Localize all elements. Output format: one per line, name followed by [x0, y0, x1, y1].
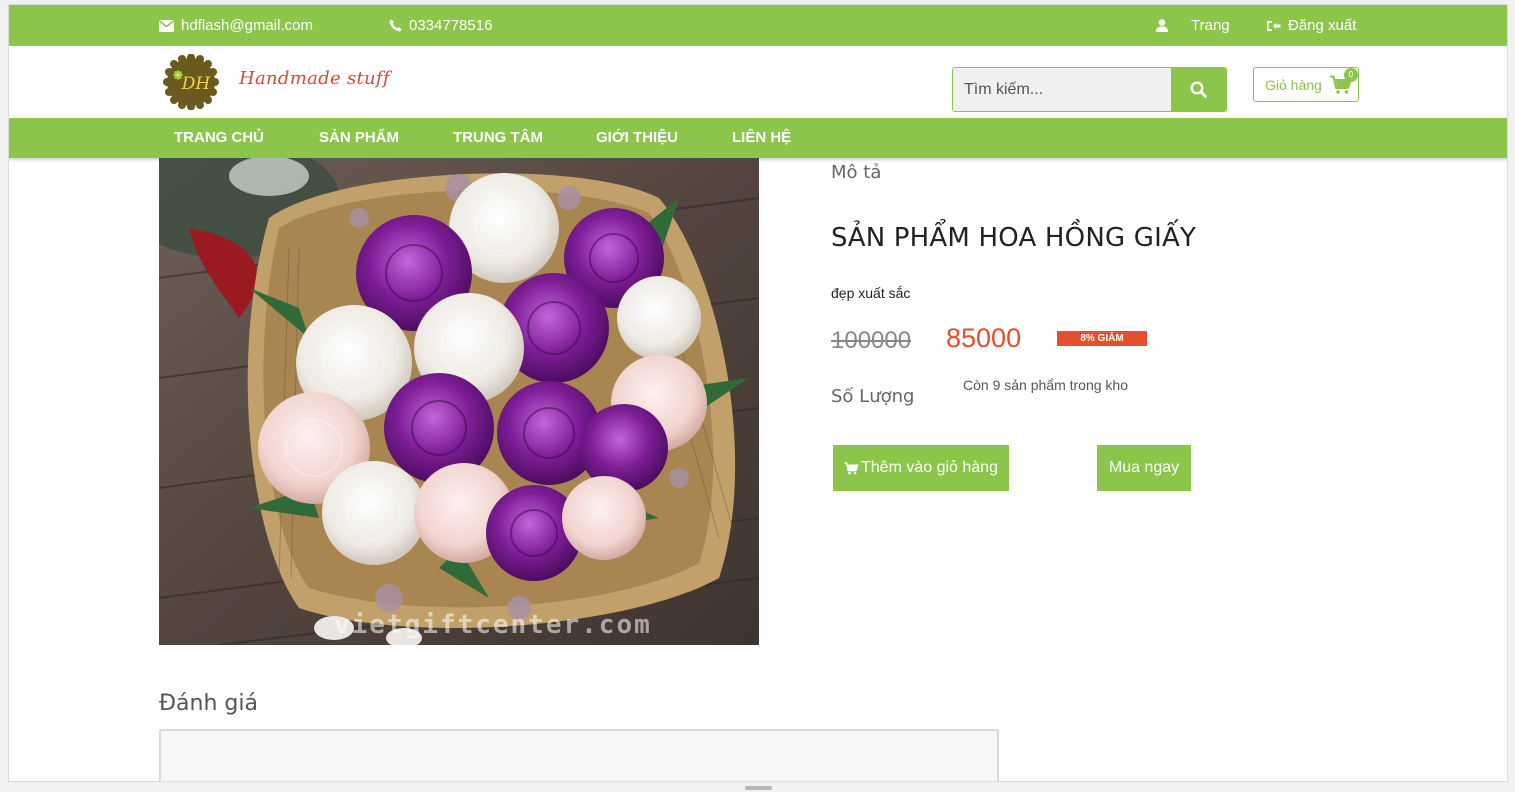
page-frame: hdflash@gmail.com 0334778516 Trang Đăng …: [8, 4, 1508, 782]
buy-now-button[interactable]: Mua ngay: [1097, 445, 1191, 491]
contact-email[interactable]: hdflash@gmail.com: [159, 17, 313, 34]
nav-item-products[interactable]: SẢN PHẨM: [319, 129, 399, 146]
product-image[interactable]: vietgiftcenter.com: [159, 158, 759, 645]
contact-phone[interactable]: 0334778516: [389, 17, 492, 34]
account-link[interactable]: Trang: [1156, 17, 1230, 34]
description-label: Mô tả: [831, 162, 882, 183]
product-title: SẢN PHẨM HOA HỒNG GIẤY: [831, 223, 1197, 253]
main-nav: TRANG CHỦ SẢN PHẨM TRUNG TÂM GIỚI THIỆU …: [9, 118, 1507, 158]
logo-badge-text: DH: [181, 74, 212, 94]
cart-button[interactable]: Giỏ hàng 0: [1253, 67, 1359, 102]
sale-price: 85000: [946, 323, 1022, 353]
search-icon: [1190, 81, 1207, 98]
product-subtitle: đẹp xuất sắc: [831, 285, 911, 301]
shopping-cart-icon: [844, 461, 859, 474]
top-bar: hdflash@gmail.com 0334778516 Trang Đăng …: [9, 5, 1507, 46]
nav-item-about[interactable]: GIỚI THIỆU: [596, 129, 678, 146]
logo-badge[interactable]: DH: [162, 54, 220, 110]
search-button[interactable]: [1171, 68, 1226, 111]
site-header: DH Handmade stuff Giỏ hàng 0: [9, 46, 1507, 118]
logo-text[interactable]: Handmade stuff: [239, 68, 390, 89]
scroll-handle[interactable]: [745, 786, 772, 790]
quantity-label: Số Lượng: [831, 386, 915, 407]
logout-label: Đăng xuất: [1288, 17, 1357, 34]
review-heading: Đánh giá: [159, 691, 258, 716]
cart-count-badge: 0: [1343, 67, 1358, 82]
nav-item-home[interactable]: TRANG CHỦ: [174, 129, 264, 146]
account-label: Trang: [1191, 17, 1230, 34]
bouquet-illustration: vietgiftcenter.com: [159, 158, 759, 645]
cart-label: Giỏ hàng: [1265, 76, 1322, 93]
review-textarea[interactable]: [159, 729, 999, 781]
envelope-icon: [159, 19, 174, 32]
cart-icon-wrap: 0: [1329, 67, 1358, 95]
email-text: hdflash@gmail.com: [181, 17, 313, 34]
old-price: 100000: [831, 327, 912, 354]
phone-text: 0334778516: [409, 17, 493, 34]
search-input[interactable]: [953, 68, 1171, 111]
sign-out-icon: [1267, 20, 1281, 31]
add-to-cart-label: Thêm vào giỏ hàng: [861, 459, 998, 476]
search-bar: [952, 67, 1227, 112]
nav-item-center[interactable]: TRUNG TÂM: [453, 129, 543, 146]
discount-badge: 8% GIẢM: [1057, 331, 1147, 346]
phone-icon: [389, 19, 402, 32]
nav-item-contact[interactable]: LIÊN HỆ: [732, 129, 791, 146]
logout-link[interactable]: Đăng xuất: [1267, 17, 1356, 34]
image-watermark: vietgiftcenter.com: [334, 610, 652, 640]
add-to-cart-button[interactable]: Thêm vào giỏ hàng: [833, 445, 1009, 491]
user-icon: [1156, 19, 1168, 32]
stock-text: Còn 9 sản phẩm trong kho: [963, 377, 1128, 393]
